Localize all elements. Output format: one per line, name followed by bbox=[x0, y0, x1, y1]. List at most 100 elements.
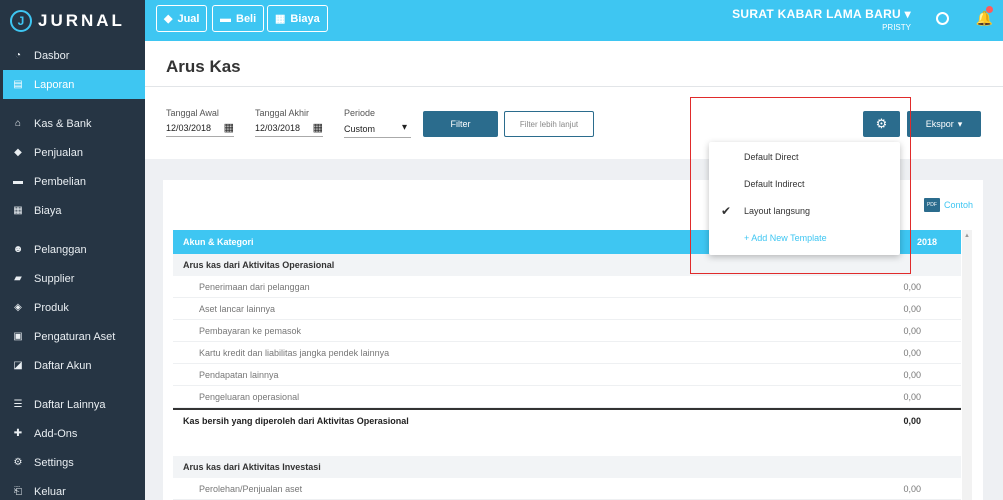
top-bar: ◆ Jual ▬ Beli ▦ Biaya SURAT KABAR LAMA B… bbox=[145, 0, 1003, 41]
sidebar-item-daftar-akun[interactable]: ◪ Daftar Akun bbox=[0, 351, 145, 380]
sidebar-item-pelanggan[interactable]: ☻ Pelanggan bbox=[0, 235, 145, 264]
sidebar-item-label: Laporan bbox=[34, 78, 75, 91]
sidebar-item-label: Penjualan bbox=[34, 146, 83, 159]
row-value: 0,00 bbox=[903, 416, 921, 426]
nav-separator bbox=[0, 380, 145, 390]
period-value: Custom bbox=[344, 124, 376, 134]
card-icon: ▬ bbox=[13, 176, 23, 187]
company-name: SURAT KABAR LAMA BARU bbox=[732, 7, 902, 21]
start-date-input[interactable]: 12/03/2018 ▦ bbox=[166, 121, 234, 137]
row-label: Arus kas dari Aktivitas Investasi bbox=[183, 462, 321, 472]
add-template-button[interactable]: + Add New Template bbox=[709, 227, 900, 249]
total-row: Kas bersih yang diperoleh dari Aktivitas… bbox=[173, 408, 961, 432]
card-icon: ▬ bbox=[220, 12, 231, 25]
row-label: Pengeluaran operasional bbox=[199, 391, 300, 402]
example-label: Contoh bbox=[943, 200, 973, 210]
sidebar-nav: ◔ Dasbor ▤ Laporan ⌂ Kas & Bank ◆ Penjualan ▬ Pem… bbox=[0, 41, 145, 500]
table-row[interactable]: Penerimaan dari pelanggan 0,00 bbox=[173, 276, 961, 298]
sidebar-item-label: Daftar Akun bbox=[34, 359, 92, 372]
company-switcher[interactable]: SURAT KABAR LAMA BARU ▾ PRISTY bbox=[732, 7, 911, 32]
row-label: Aset lancar lainnya bbox=[199, 303, 276, 314]
template-option[interactable]: Default Direct bbox=[709, 146, 900, 168]
report-icon: ▤ bbox=[13, 79, 23, 90]
row-value: 0,00 bbox=[903, 325, 921, 336]
sidebar-item-penjualan[interactable]: ◆ Penjualan bbox=[0, 138, 145, 167]
export-button[interactable]: Ekspor ▾ bbox=[907, 111, 981, 137]
jual-button[interactable]: ◆ Jual bbox=[156, 5, 208, 32]
sidebar-item-add-ons[interactable]: ✚ Add-Ons bbox=[0, 419, 145, 448]
calendar-icon[interactable]: ▦ bbox=[313, 121, 323, 134]
sidebar-item-pengaturan-aset[interactable]: ▣ Pengaturan Aset bbox=[0, 322, 145, 351]
sidebar-item-produk[interactable]: ◈ Produk bbox=[0, 293, 145, 322]
column-header-account: Akun & Kategori bbox=[183, 237, 254, 247]
sidebar-item-label: Pembelian bbox=[34, 175, 86, 188]
app-logo[interactable]: J JURNAL bbox=[0, 0, 145, 41]
export-label: Ekspor bbox=[925, 119, 954, 129]
settings-button[interactable]: ⚙ bbox=[863, 111, 900, 137]
period-select[interactable]: Custom ▾ bbox=[344, 122, 411, 138]
template-option[interactable]: Default Indirect bbox=[709, 173, 900, 195]
filter-button[interactable]: Filter bbox=[423, 111, 498, 137]
table-row[interactable]: Pembayaran ke pemasok 0,00 bbox=[173, 320, 961, 342]
table-row[interactable]: Pendapatan lainnya 0,00 bbox=[173, 364, 961, 386]
receipt-icon: ▦ bbox=[275, 13, 286, 25]
row-value: 0,00 bbox=[903, 483, 921, 494]
sidebar-item-pembelian[interactable]: ▬ Pembelian bbox=[0, 167, 145, 196]
row-label: Arus kas dari Aktivitas Operasional bbox=[183, 260, 335, 270]
sidebar-item-label: Kas & Bank bbox=[34, 117, 92, 130]
calendar-icon[interactable]: ▦ bbox=[224, 121, 234, 134]
beli-label: Beli bbox=[236, 12, 257, 25]
chevron-down-icon: ▾ bbox=[401, 122, 407, 133]
user-name: PRISTY bbox=[882, 23, 911, 32]
bank-icon: ⌂ bbox=[14, 118, 22, 129]
sidebar-item-label: Keluar bbox=[34, 485, 66, 498]
sidebar-item-kas-bank[interactable]: ⌂ Kas & Bank bbox=[0, 109, 145, 138]
page-title: Arus Kas bbox=[166, 57, 241, 76]
sidebar-item-settings[interactable]: ⚙ Settings bbox=[0, 448, 145, 477]
sidebar-item-label: Pengaturan Aset bbox=[34, 330, 116, 343]
sidebar-item-dasbor[interactable]: ◔ Dasbor bbox=[0, 41, 145, 70]
row-label: Perolehan/Penjualan aset bbox=[199, 483, 303, 494]
scrollbar[interactable]: ▲ bbox=[962, 230, 972, 500]
spacer-row bbox=[173, 432, 961, 454]
section-header-row: Arus kas dari Aktivitas Investasi bbox=[173, 456, 961, 478]
asset-icon: ▣ bbox=[13, 331, 23, 342]
receipt-icon: ▦ bbox=[13, 205, 23, 216]
table-row[interactable]: Pengeluaran operasional 0,00 bbox=[173, 386, 961, 408]
sidebar-item-laporan[interactable]: ▤ Laporan bbox=[3, 70, 145, 99]
nav-separator bbox=[0, 225, 145, 235]
table-row[interactable]: Perolehan/Penjualan aset 0,00 bbox=[173, 478, 961, 500]
advanced-filter-button[interactable]: Filter lebih lanjut bbox=[504, 111, 594, 137]
sidebar-item-daftar-lainnya[interactable]: ☰ Daftar Lainnya bbox=[0, 390, 145, 419]
template-option[interactable]: ✔ Layout langsung bbox=[709, 200, 900, 222]
period-label: Periode bbox=[344, 108, 376, 118]
sidebar-item-supplier[interactable]: ▰ Supplier bbox=[0, 264, 145, 293]
row-label: Pembayaran ke pemasok bbox=[199, 325, 302, 336]
chevron-down-icon: ▾ bbox=[904, 7, 911, 21]
clock-icon[interactable] bbox=[936, 12, 949, 25]
notification-badge bbox=[986, 6, 993, 13]
template-option-label: Layout langsung bbox=[744, 206, 811, 216]
sidebar-item-label: Settings bbox=[34, 456, 74, 469]
sidebar-item-label: Add-Ons bbox=[34, 427, 78, 440]
column-header-year: 2018 bbox=[916, 237, 937, 247]
table-row[interactable]: Kartu kredit dan liabilitas jangka pende… bbox=[173, 342, 961, 364]
sidebar: J JURNAL ◔ Dasbor ▤ Laporan ⌂ Kas & Bank ◆ Penj… bbox=[0, 0, 145, 500]
nav-separator bbox=[0, 99, 145, 109]
sidebar-item-label: Daftar Lainnya bbox=[34, 398, 106, 411]
sidebar-item-label: Produk bbox=[34, 301, 69, 314]
table-row[interactable]: Aset lancar lainnya 0,00 bbox=[173, 298, 961, 320]
tag-icon: ◆ bbox=[164, 13, 173, 25]
sidebar-item-biaya[interactable]: ▦ Biaya bbox=[0, 196, 145, 225]
end-date-input[interactable]: 12/03/2018 ▦ bbox=[255, 121, 323, 137]
sidebar-item-keluar[interactable]: ⎗ Keluar bbox=[0, 477, 145, 500]
start-date-value: 12/03/2018 bbox=[166, 123, 212, 133]
biaya-button[interactable]: ▦ Biaya bbox=[267, 5, 328, 32]
example-link[interactable]: PDF Contoh bbox=[923, 198, 973, 212]
row-value: 0,00 bbox=[903, 347, 921, 358]
template-option-label: Default Indirect bbox=[744, 179, 805, 189]
jual-label: Jual bbox=[177, 12, 200, 25]
scroll-up-icon[interactable]: ▲ bbox=[962, 233, 972, 239]
beli-button[interactable]: ▬ Beli bbox=[212, 5, 265, 32]
truck-icon: ▰ bbox=[14, 273, 22, 284]
